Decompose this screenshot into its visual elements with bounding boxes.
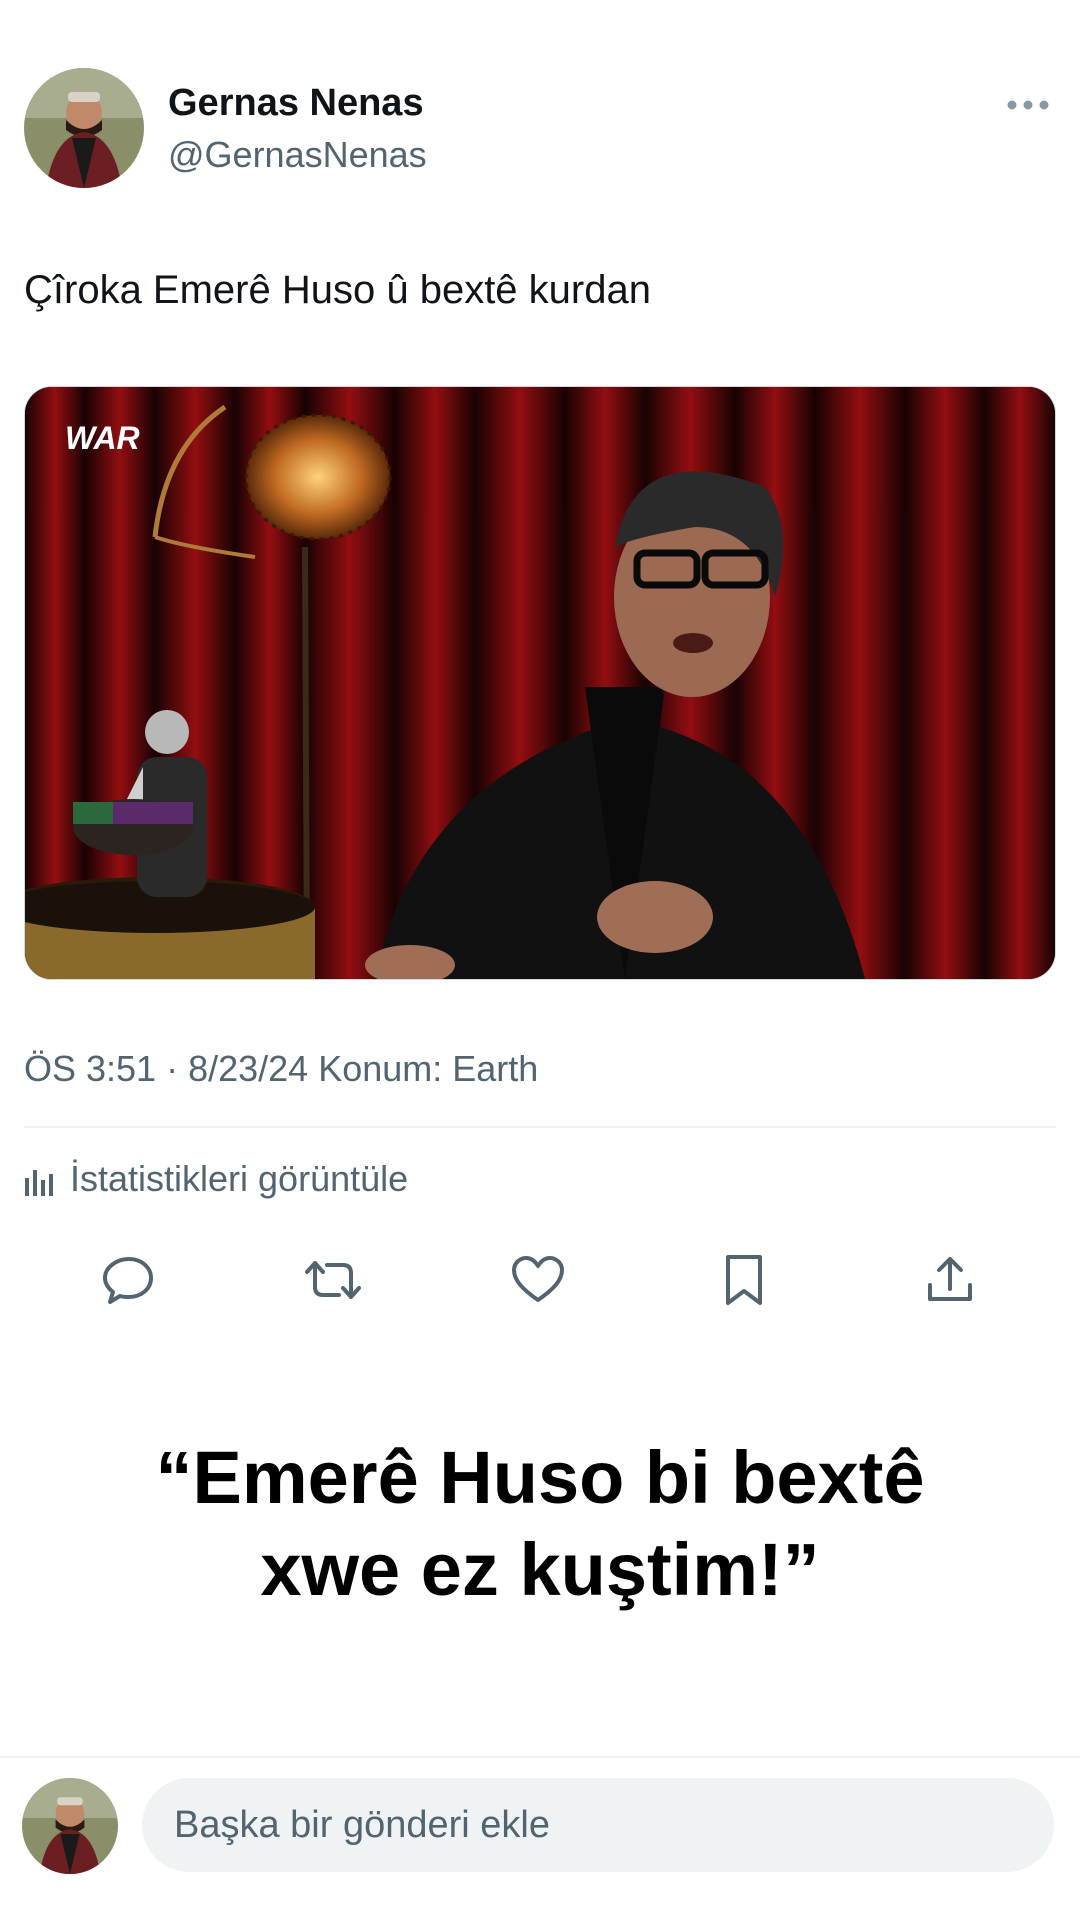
caption-line-1: “Emerê Huso bi bextê <box>155 1436 925 1519</box>
like-button[interactable] <box>508 1250 568 1310</box>
person-avatar-icon <box>22 1778 118 1874</box>
video-frame: WAR <box>25 387 1055 979</box>
author-display-name[interactable]: Gernas Nenas <box>168 82 424 125</box>
divider <box>0 1756 1080 1758</box>
retweet-icon <box>305 1261 361 1299</box>
share-icon <box>928 1257 972 1301</box>
tweet-text: Çîroka Emerê Huso û bextê kurdan <box>24 268 651 312</box>
view-stats-link[interactable]: İstatistikleri görüntüle <box>24 1158 408 1200</box>
author-handle[interactable]: @GernasNenas <box>168 134 427 176</box>
video-caption: “Emerê Huso bi bextê xwe ez kuştim!” <box>0 1432 1080 1616</box>
video-logo: WAR <box>65 420 140 456</box>
divider <box>24 1126 1056 1128</box>
share-button[interactable] <box>920 1250 980 1310</box>
person-avatar-icon <box>24 68 144 188</box>
more-options-icon[interactable] <box>1006 98 1050 112</box>
caption-line-2: xwe ez kuştim!” <box>260 1528 820 1611</box>
retweet-button[interactable] <box>303 1250 363 1310</box>
author-avatar[interactable] <box>24 68 144 188</box>
tweet-timestamp-location: ÖS 3:51 · 8/23/24 Konum: Earth <box>24 1048 539 1089</box>
reply-button[interactable] <box>99 1250 159 1310</box>
tweet-detail-page: Gernas Nenas @GernasNenas Çîroka Emerê H… <box>0 0 1080 1920</box>
reply-composer-input[interactable] <box>142 1778 1054 1872</box>
tweet-actions <box>0 1250 1080 1314</box>
user-avatar[interactable] <box>22 1778 118 1874</box>
stats-label: İstatistikleri görüntüle <box>70 1158 409 1199</box>
tweet-video[interactable]: WAR <box>24 386 1056 980</box>
reply-icon <box>103 1257 153 1304</box>
like-icon <box>512 1256 564 1302</box>
bookmark-button[interactable] <box>714 1250 774 1310</box>
bookmark-icon <box>726 1255 762 1305</box>
stats-bar-icon <box>25 1170 53 1196</box>
